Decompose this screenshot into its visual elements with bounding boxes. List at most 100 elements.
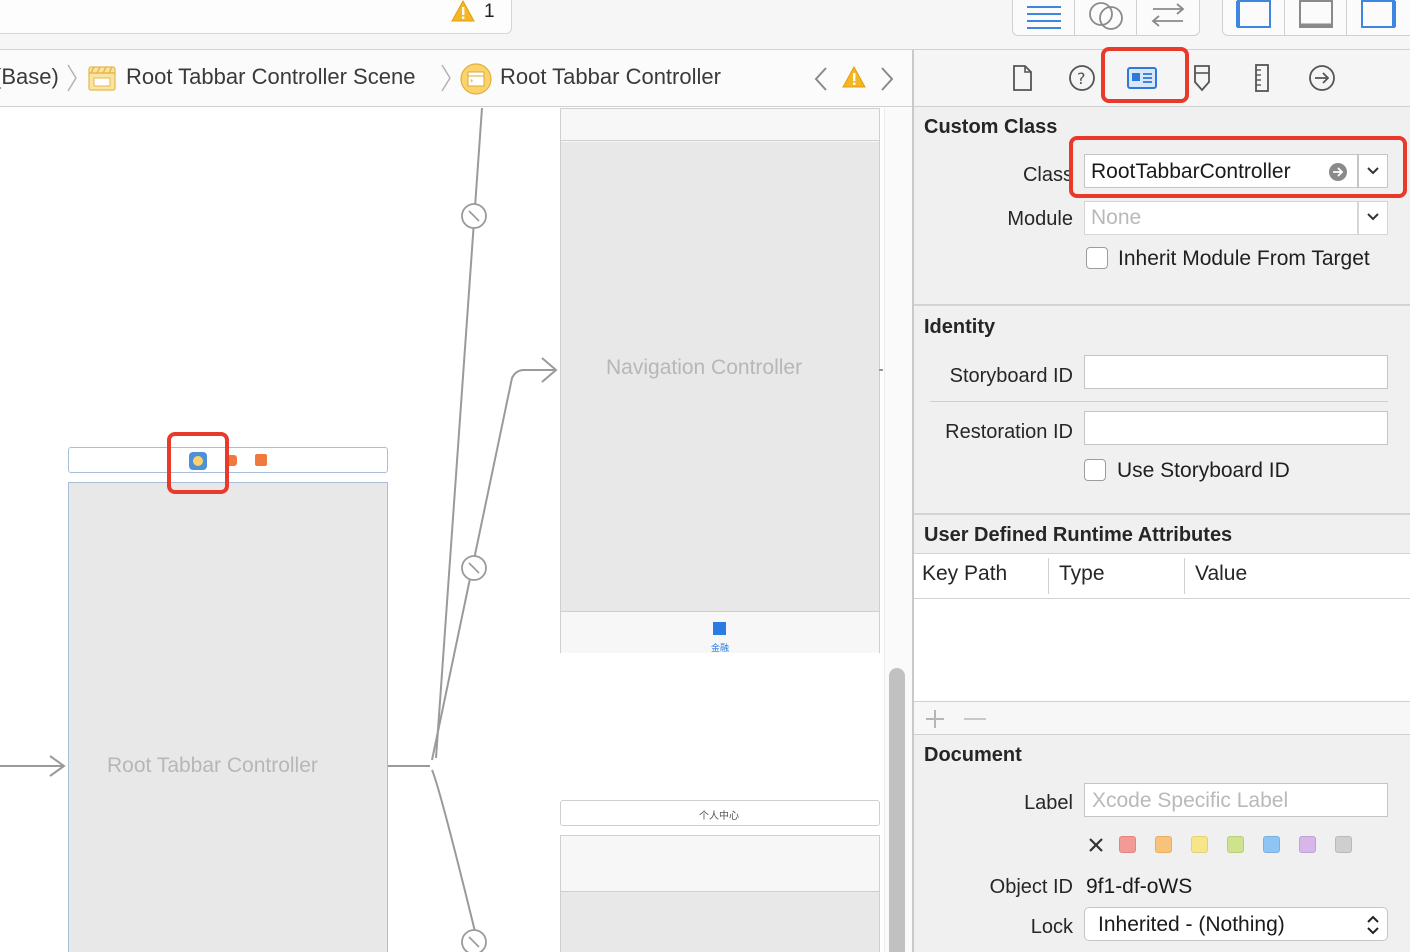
section-divider [914, 513, 1410, 515]
editor-mode-segment [1012, 0, 1200, 36]
warning-icon[interactable] [451, 0, 475, 22]
swap-arrows-icon [1151, 3, 1185, 27]
storyboard-id-field[interactable] [1084, 355, 1388, 389]
object-id-value: 9f1-df-oWS [1086, 875, 1193, 898]
section-divider [914, 304, 1410, 306]
color-swatch-blue[interactable] [1263, 836, 1280, 853]
breadcrumb-separator-icon [67, 64, 77, 92]
tab-bar-area: 金融 [561, 611, 879, 654]
color-swatch-green[interactable] [1227, 836, 1244, 853]
color-swatch-red[interactable] [1119, 836, 1136, 853]
chevron-right-icon[interactable] [878, 65, 896, 93]
warning-count: 1 [484, 1, 495, 22]
breadcrumb-scene[interactable]: Root Tabbar Controller Scene [126, 64, 415, 90]
scene-title-bar[interactable]: 个人中心 [560, 800, 880, 826]
inherit-module-label: Inherit Module From Target [1118, 247, 1370, 270]
document-label-placeholder: Xcode Specific Label [1092, 789, 1289, 812]
navigation-controller-title: Navigation Controller [606, 356, 803, 379]
tab-item-label: 金融 [711, 644, 730, 654]
runtime-attributes-title: User Defined Runtime Attributes [924, 524, 1233, 546]
personal-center-scene[interactable] [560, 835, 880, 952]
add-remove-bar [914, 701, 1410, 735]
runtime-attributes-table[interactable]: Key Path Type Value [914, 553, 1410, 701]
segue-icon[interactable] [461, 555, 487, 581]
standard-editor-button[interactable] [1013, 0, 1075, 35]
lock-value: Inherited - (Nothing) [1098, 913, 1285, 936]
chevron-left-icon[interactable] [812, 65, 830, 93]
inherit-module-checkbox[interactable] [1086, 247, 1108, 269]
root-tabbar-controller-title: Root Tabbar Controller [107, 754, 318, 777]
panel-toggle-segment [1222, 0, 1410, 36]
plus-icon[interactable] [924, 708, 946, 730]
venn-circles-icon [1089, 2, 1123, 30]
up-down-chevron-icon [1367, 915, 1379, 935]
color-swatch-orange[interactable] [1155, 836, 1172, 853]
navigation-controller-scene[interactable]: 金融 [560, 108, 880, 654]
size-inspector-icon[interactable] [1246, 62, 1278, 94]
root-tabbar-controller-scene[interactable] [68, 482, 388, 952]
table-header-divider [914, 598, 1410, 599]
scene-edge-marker [879, 369, 883, 371]
document-label-field[interactable]: Xcode Specific Label [1084, 783, 1388, 817]
document-title: Document [924, 744, 1022, 766]
color-swatch-gray[interactable] [1335, 836, 1352, 853]
attributes-inspector-icon[interactable] [1186, 62, 1218, 94]
assistant-editor-button[interactable] [1075, 0, 1137, 35]
quick-help-icon[interactable]: ? [1066, 62, 1098, 94]
segue-icon[interactable] [461, 929, 487, 952]
canvas-scrollbar[interactable] [889, 668, 905, 952]
breadcrumb-separator-icon [441, 64, 451, 92]
scene-icon [88, 66, 116, 91]
debug-area-toggle-button[interactable] [1285, 0, 1347, 35]
use-storyboard-id-label: Use Storyboard ID [1117, 459, 1290, 482]
jump-bar: (Base) Root Tabbar Controller Scene * Ro… [0, 50, 912, 107]
column-header-type[interactable]: Type [1059, 562, 1105, 586]
chevron-down-icon [1367, 213, 1379, 221]
restoration-id-field[interactable] [1084, 411, 1388, 445]
file-inspector-icon[interactable] [1006, 62, 1038, 94]
storyboard-id-label: Storyboard ID [949, 365, 1073, 387]
dock-icon-highlight [167, 432, 229, 494]
version-editor-button[interactable] [1137, 0, 1199, 35]
navigation-bar-area [561, 836, 879, 892]
minus-icon[interactable] [962, 708, 988, 730]
lock-popup[interactable]: Inherited - (Nothing) [1084, 907, 1388, 941]
column-separator [1184, 558, 1185, 594]
clear-color-icon[interactable] [1088, 837, 1104, 853]
module-dropdown-button[interactable] [1358, 201, 1388, 235]
navigator-toggle-button[interactable] [1223, 0, 1285, 35]
bottom-panel-icon [1299, 0, 1333, 28]
module-label: Module [1007, 208, 1073, 230]
column-separator [1048, 558, 1049, 594]
class-label: Class [1022, 164, 1073, 186]
row-separator [930, 401, 1388, 402]
class-field-highlight [1069, 136, 1407, 198]
column-header-key-path[interactable]: Key Path [922, 562, 1007, 586]
segue-icon[interactable] [461, 203, 487, 229]
exit-dock-icon[interactable] [255, 454, 267, 466]
restoration-id-label: Restoration ID [945, 421, 1073, 443]
breadcrumb-controller[interactable]: Root Tabbar Controller [500, 64, 721, 90]
module-field[interactable]: None [1084, 201, 1358, 235]
column-header-value[interactable]: Value [1195, 562, 1247, 586]
scene-title: 个人中心 [699, 811, 739, 822]
navigation-bar-area [561, 109, 879, 141]
color-swatch-yellow[interactable] [1191, 836, 1208, 853]
identity-inspector: ? Custom Class Class RootTabbarControlle… [914, 47, 1410, 952]
utilities-toggle-button[interactable] [1347, 0, 1409, 35]
svg-text:?: ? [1077, 69, 1086, 88]
right-panel-icon [1361, 0, 1396, 28]
svg-text:*: * [470, 78, 474, 86]
use-storyboard-id-checkbox[interactable] [1084, 459, 1106, 481]
connections-inspector-icon[interactable] [1306, 62, 1338, 94]
breadcrumb-base[interactable]: (Base) [0, 64, 59, 90]
identity-tab-highlight [1101, 47, 1189, 103]
color-swatch-purple[interactable] [1299, 836, 1316, 853]
storyboard-canvas[interactable]: 金融 Navigation Controller 个人中心 Root Tabba… [0, 108, 912, 952]
warning-icon[interactable] [842, 66, 866, 88]
identity-title: Identity [924, 316, 996, 338]
tab-item-icon [713, 622, 726, 635]
module-placeholder: None [1091, 206, 1142, 229]
custom-class-title: Custom Class [924, 116, 1058, 138]
document-label-label: Label [1024, 792, 1073, 814]
